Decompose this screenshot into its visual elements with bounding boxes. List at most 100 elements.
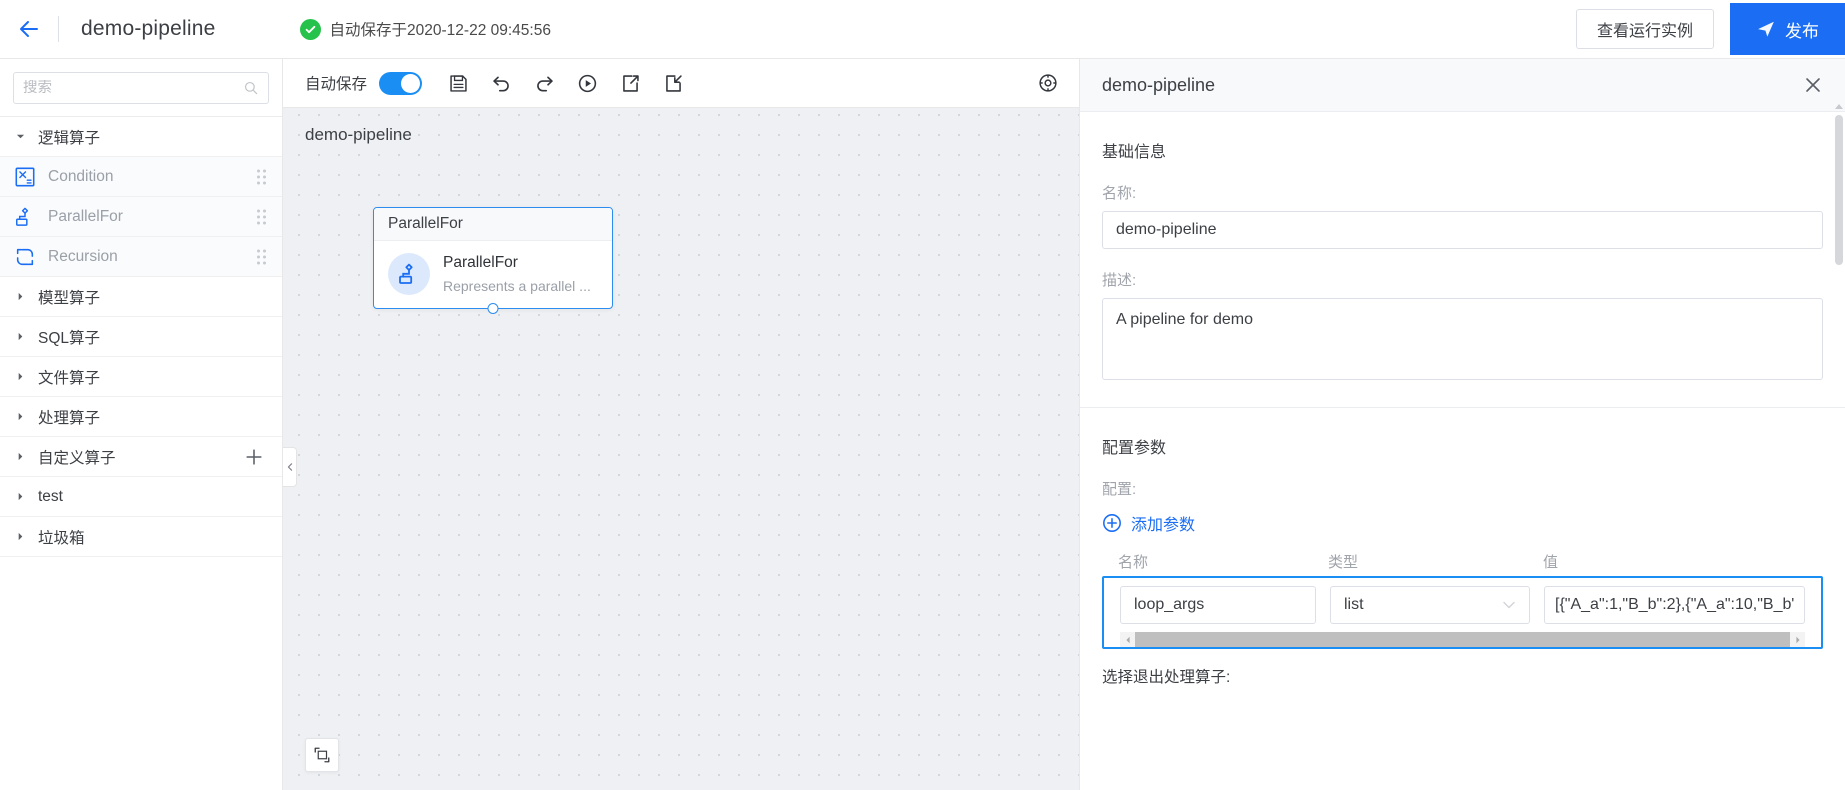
redo-icon [537,76,553,92]
sidebar-group-test[interactable]: test [0,477,282,517]
back-button[interactable] [0,0,58,58]
run-button[interactable] [577,73,598,94]
export-button[interactable] [620,73,641,94]
sidebar-group-label: 模型算子 [38,289,101,307]
condition-icon [15,167,35,186]
pipeline-canvas[interactable]: 自动保存 demo-pipeline ParallelFor ParallelF… [283,59,1079,790]
drag-handle-icon[interactable] [257,169,266,184]
chevron-right-icon [12,452,28,461]
sidebar-group-custom[interactable]: 自定义算子 [0,437,282,477]
description-field-label: 描述: [1102,272,1137,289]
canvas-toolbar: 自动保存 [283,59,1079,108]
search-input[interactable] [23,80,243,96]
column-header-type: 类型 [1328,554,1359,571]
add-parameter-label: 添加参数 [1131,517,1196,534]
caret-right-icon [1795,636,1800,643]
canvas-pipeline-label: demo-pipeline [305,125,412,144]
settings-button[interactable] [1037,72,1059,94]
fit-to-screen-button[interactable] [305,738,339,772]
import-icon [666,74,682,92]
search-box[interactable] [13,72,269,104]
settings-gear-icon [1039,74,1057,92]
drag-handle-icon[interactable] [257,249,266,264]
config-field-label: 配置: [1102,481,1137,498]
header-actions: 查看运行实例 发布 [1575,3,1845,55]
parameter-row-selected[interactable]: list [1102,576,1823,649]
add-parameter-button[interactable]: 添加参数 [1102,511,1195,535]
column-header-value: 值 [1543,554,1559,571]
panel-scroll-up-button[interactable] [1834,99,1844,109]
sidebar-group-sql[interactable]: SQL算子 [0,317,282,357]
sidebar-group-file[interactable]: 文件算子 [0,357,282,397]
main-body: 逻辑算子 Condition ParallelFor [0,59,1845,790]
scroll-left-button[interactable] [1120,636,1135,644]
undo-icon [493,76,509,92]
pipeline-editor-app: demo-pipeline 自动保存于2020-12-22 09:45:56 查… [0,0,1845,790]
save-button[interactable] [448,73,469,94]
sidebar-group-label: test [38,487,63,505]
scroll-right-button[interactable] [1790,636,1805,644]
import-button[interactable] [663,73,684,94]
arrow-left-icon [20,21,38,37]
sidebar-group-model[interactable]: 模型算子 [0,277,282,317]
table-row: list [1104,586,1821,632]
pipeline-node-parallelfor[interactable]: ParallelFor ParallelFor Represents a par… [373,207,613,314]
chevron-down-icon [1503,601,1515,609]
panel-title: demo-pipeline [1102,74,1216,95]
chevron-right-icon [12,372,28,381]
operator-sidebar: 逻辑算子 Condition ParallelFor [0,59,283,790]
sidebar-group-trash[interactable]: 垃圾箱 [0,517,282,557]
sidebar-item-parallelfor[interactable]: ParallelFor [0,197,282,237]
sidebar-group-process[interactable]: 处理算子 [0,397,282,437]
column-header-name: 名称 [1118,554,1149,571]
parameter-type-select[interactable]: list [1330,586,1530,624]
undo-button[interactable] [491,73,512,94]
sidebar-collapse-button[interactable] [283,447,297,487]
view-run-instances-button[interactable]: 查看运行实例 [1575,9,1714,49]
chevron-right-icon [12,492,28,501]
parameters-table: 名称 类型 值 list [1102,551,1823,649]
parameter-value-input[interactable] [1544,586,1805,624]
drag-handle-icon[interactable] [257,209,266,224]
chevron-right-icon [12,292,28,301]
search-container [0,59,282,116]
search-icon [244,81,258,95]
caret-up-icon [1835,104,1843,109]
properties-panel: demo-pipeline 基础信息 名称: 描述: 配置参数 配置: [1079,59,1845,790]
send-icon [1758,21,1774,37]
sidebar-item-recursion[interactable]: Recursion [0,237,282,277]
sidebar-group-logic[interactable]: 逻辑算子 [0,117,282,157]
parameters-horizontal-scrollbar[interactable] [1120,632,1805,647]
parallel-for-icon [399,264,413,285]
caret-left-icon [1125,636,1130,643]
autosave-status-text: 自动保存于2020-12-22 09:45:56 [329,22,551,39]
panel-header: demo-pipeline [1080,59,1845,112]
sidebar-group-label: 处理算子 [38,409,101,427]
recursion-icon [16,248,34,265]
add-custom-operator-button[interactable] [244,447,264,467]
pipeline-name-input[interactable] [1102,211,1823,249]
sidebar-item-label: ParallelFor [48,207,123,225]
publish-button[interactable]: 发布 [1730,3,1845,55]
parameter-name-input[interactable] [1120,586,1316,624]
basic-info-section-title: 基础信息 [1102,144,1167,161]
autosave-toggle[interactable] [379,71,423,95]
node-output-port[interactable] [487,302,499,314]
autosave-status: 自动保存于2020-12-22 09:45:56 [299,18,551,40]
panel-section-divider [1080,407,1845,408]
close-panel-button[interactable] [1803,75,1823,95]
scrollbar-thumb[interactable] [1135,632,1790,647]
parameters-table-header: 名称 类型 值 [1102,551,1823,572]
run-icon [578,74,597,92]
node-texts: ParallelFor Represents a parallel ... [443,253,598,296]
panel-vertical-scrollbar[interactable] [1835,115,1843,265]
node-description: Represents a parallel ... [443,277,591,294]
node-header-label: ParallelFor [374,208,612,241]
redo-button[interactable] [534,73,555,94]
fit-to-screen-icon [314,747,330,763]
check-circle-icon [299,18,321,40]
pipeline-description-textarea[interactable] [1102,298,1823,380]
sidebar-item-condition[interactable]: Condition [0,157,282,197]
parallel-for-icon [16,207,29,226]
sidebar-group-label: 自定义算子 [38,449,116,467]
